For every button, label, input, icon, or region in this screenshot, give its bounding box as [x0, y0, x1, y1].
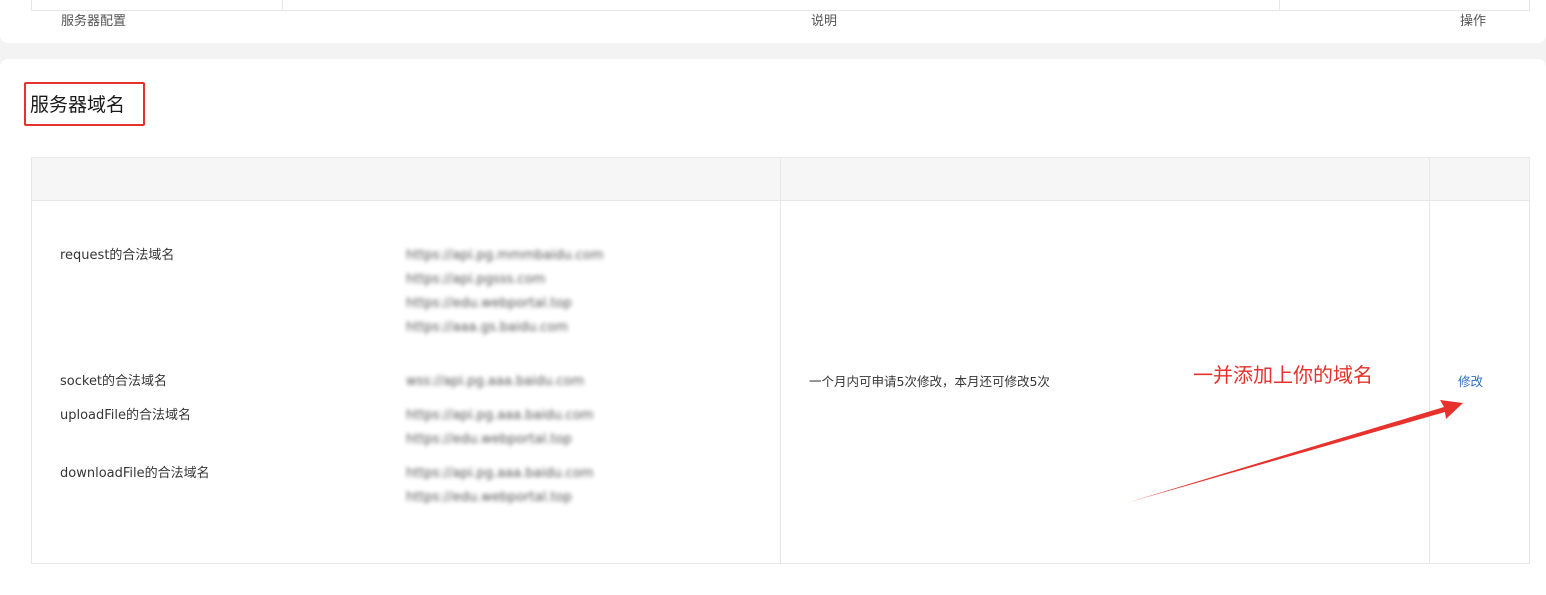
previous-section-panel: [0, 0, 1546, 43]
upload-domain-label: uploadFile的合法域名: [60, 408, 192, 423]
previous-section-table: [31, 0, 1530, 11]
column-divider: [1429, 158, 1430, 563]
server-domain-table: [31, 157, 1530, 564]
request-domain-value: https://api.pgsss.com: [406, 272, 546, 287]
socket-domain-value: wss://api.pg.aaa.baidu.com: [406, 374, 585, 389]
upload-domain-value: https://edu.webportal.top: [406, 432, 572, 447]
download-domain-value: https://edu.webportal.top: [406, 490, 572, 505]
upload-domain-value: https://api.pg.aaa.baidu.com: [406, 408, 594, 423]
socket-domain-label: socket的合法域名: [60, 374, 168, 389]
modify-link[interactable]: 修改: [1458, 374, 1483, 390]
header-server-config: 服务器配置: [61, 14, 127, 29]
title-highlight-box: [24, 82, 145, 126]
header-action: 操作: [1460, 14, 1487, 29]
request-domain-value: https://edu.webportal.top: [406, 296, 572, 311]
column-divider: [780, 158, 781, 563]
column-divider: [1279, 0, 1280, 10]
header-description: 说明: [811, 14, 838, 29]
download-domain-value: https://api.pg.aaa.baidu.com: [406, 466, 594, 481]
modification-limit-note: 一个月内可申请5次修改，本月还可修改5次: [809, 374, 1050, 389]
request-domain-label: request的合法域名: [60, 248, 175, 263]
request-domain-value: https://api.pg.mmmbaidu.com: [406, 248, 604, 263]
annotation-text: 一并添加上你的域名: [1193, 363, 1373, 387]
request-domain-value: https://aaa.gs.baidu.com: [406, 320, 569, 335]
download-domain-label: downloadFile的合法域名: [60, 466, 210, 481]
column-divider: [282, 0, 283, 10]
